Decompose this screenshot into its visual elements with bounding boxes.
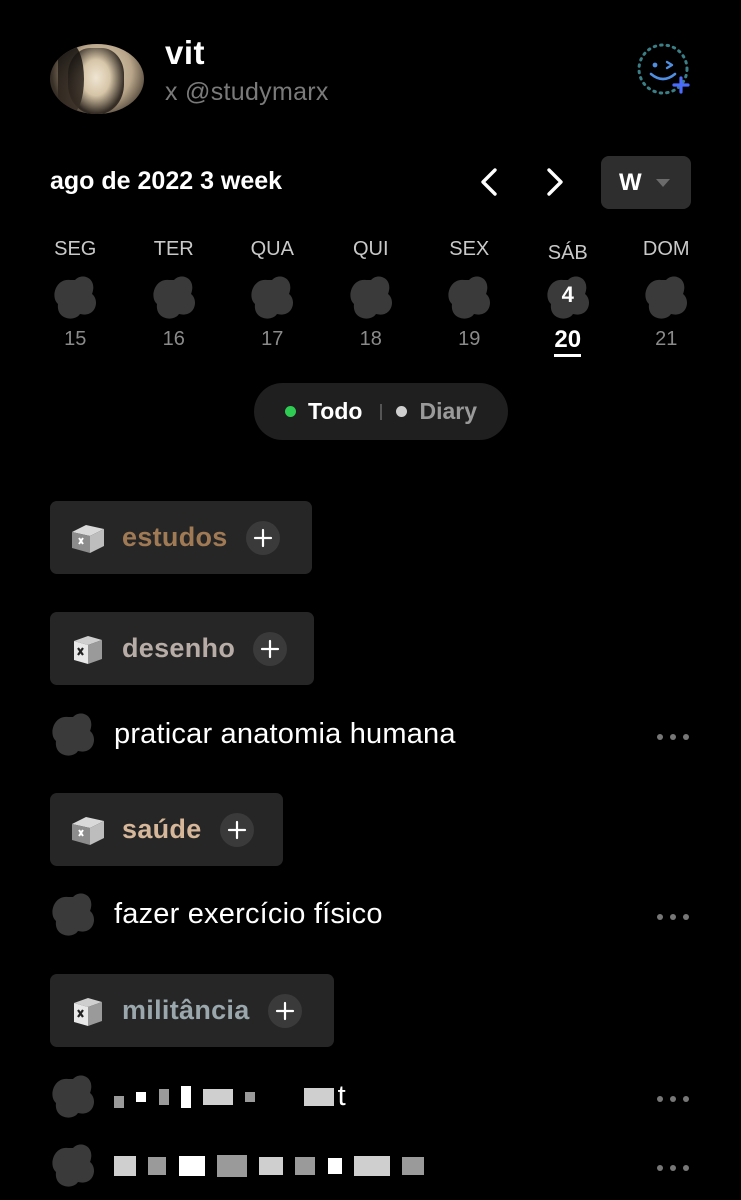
day-date: 18 (322, 328, 421, 351)
day-cell[interactable]: QUA 17 (223, 238, 322, 358)
day-date-text: 19 (458, 328, 481, 350)
tab-diary[interactable]: Diary (419, 398, 477, 425)
divider (380, 403, 383, 420)
add-task-button[interactable] (245, 520, 280, 555)
day-date-text: 15 (64, 328, 87, 350)
day-clover-icon[interactable] (151, 274, 197, 320)
day-of-week-label: SÁB (547, 242, 588, 264)
day-of-week-label: TER (153, 238, 194, 260)
more-horizontal-icon[interactable] (656, 908, 690, 920)
add-task-button[interactable] (219, 812, 254, 847)
box-icon (68, 812, 108, 848)
category-label: saúde (122, 814, 202, 844)
task-label: praticar anatomia humana (114, 717, 456, 750)
category-chip-estudos[interactable]: estudos (50, 501, 312, 574)
day-of-week-label: SEG (54, 238, 97, 260)
day-date: 16 (125, 328, 224, 351)
day-task-count: 4 (561, 282, 574, 307)
task-label-redacted (114, 1149, 428, 1182)
day-clover-icon[interactable] (446, 274, 492, 320)
list-item[interactable]: praticar anatomia humana (50, 709, 690, 759)
day-of-week-label: QUA (250, 238, 294, 260)
calendar-title: ago de 2022 3 week (50, 167, 283, 195)
box-icon (68, 520, 108, 556)
day-clover-icon[interactable]: 4 (545, 274, 591, 320)
day-clover-icon[interactable] (249, 274, 295, 320)
chevron-right-icon[interactable] (538, 162, 572, 202)
day-date: 15 (26, 328, 125, 351)
todo-dot-icon (284, 406, 296, 417)
more-horizontal-icon[interactable] (656, 1159, 690, 1171)
day-date: 21 (617, 328, 716, 351)
task-label: t (337, 1079, 346, 1112)
day-date-text: 18 (359, 328, 382, 350)
chevron-left-icon[interactable] (472, 162, 506, 202)
tab-todo[interactable]: Todo (308, 398, 363, 425)
task-label: fazer exercício físico (114, 897, 383, 930)
category-label: desenho (122, 633, 236, 663)
day-cell[interactable]: SÁB 4 20 (519, 238, 618, 358)
todo-diary-toggle[interactable]: Todo Diary (254, 383, 508, 440)
smile-add-icon[interactable] (636, 40, 694, 98)
day-cell[interactable]: SEX 19 (420, 238, 519, 358)
day-date-text: 21 (655, 328, 678, 350)
diary-dot-icon (396, 406, 408, 417)
day-cell[interactable]: DOM 21 (617, 238, 716, 358)
profile-handle: x @studymarx (165, 78, 329, 106)
add-task-button[interactable] (253, 631, 288, 666)
day-of-week-label: QUI (352, 238, 389, 260)
day-date: 17 (223, 328, 322, 351)
task-checkbox[interactable] (50, 891, 96, 937)
week-strip: SEG 15 TER 16 QUA 17 QUI 18 SEX 19 SÁB 4 20 DOM 21 (26, 238, 716, 358)
task-checkbox[interactable] (50, 1073, 96, 1119)
day-clover-icon[interactable] (52, 274, 98, 320)
day-cell[interactable]: SEG 15 (26, 238, 125, 358)
category-label: estudos (122, 522, 228, 552)
day-cell[interactable]: TER 16 (125, 238, 224, 358)
day-clover-icon[interactable] (643, 274, 689, 320)
avatar[interactable] (50, 44, 144, 114)
view-mode-label: W (619, 168, 642, 196)
category-chip-militancia[interactable]: militância (50, 974, 334, 1047)
day-cell[interactable]: QUI 18 (322, 238, 421, 358)
day-date-text: 20 (554, 326, 582, 357)
day-of-week-label: DOM (642, 238, 690, 260)
list-item[interactable]: fazer exercício físico (50, 889, 690, 939)
day-of-week-label: SEX (449, 238, 490, 260)
category-chip-saude[interactable]: saúde (50, 793, 283, 866)
day-date: 19 (420, 328, 519, 351)
profile-name: vit (165, 34, 206, 71)
task-label-redacted (114, 1080, 338, 1113)
category-chip-desenho[interactable]: desenho (50, 612, 314, 685)
list-item[interactable]: t (50, 1071, 690, 1121)
task-checkbox[interactable] (50, 711, 96, 757)
list-item[interactable] (50, 1140, 690, 1190)
box-icon (68, 993, 108, 1029)
more-horizontal-icon[interactable] (656, 728, 690, 740)
more-horizontal-icon[interactable] (656, 1090, 690, 1102)
day-clover-icon[interactable] (348, 274, 394, 320)
category-label: militância (122, 995, 250, 1025)
view-mode-dropdown[interactable]: W (601, 156, 691, 209)
day-date: 20 (519, 326, 618, 357)
task-checkbox[interactable] (50, 1142, 96, 1188)
chevron-down-icon (655, 178, 670, 187)
day-date-text: 16 (162, 328, 185, 350)
box-icon (68, 631, 108, 667)
day-date-text: 17 (261, 328, 284, 350)
add-task-button[interactable] (267, 993, 302, 1028)
